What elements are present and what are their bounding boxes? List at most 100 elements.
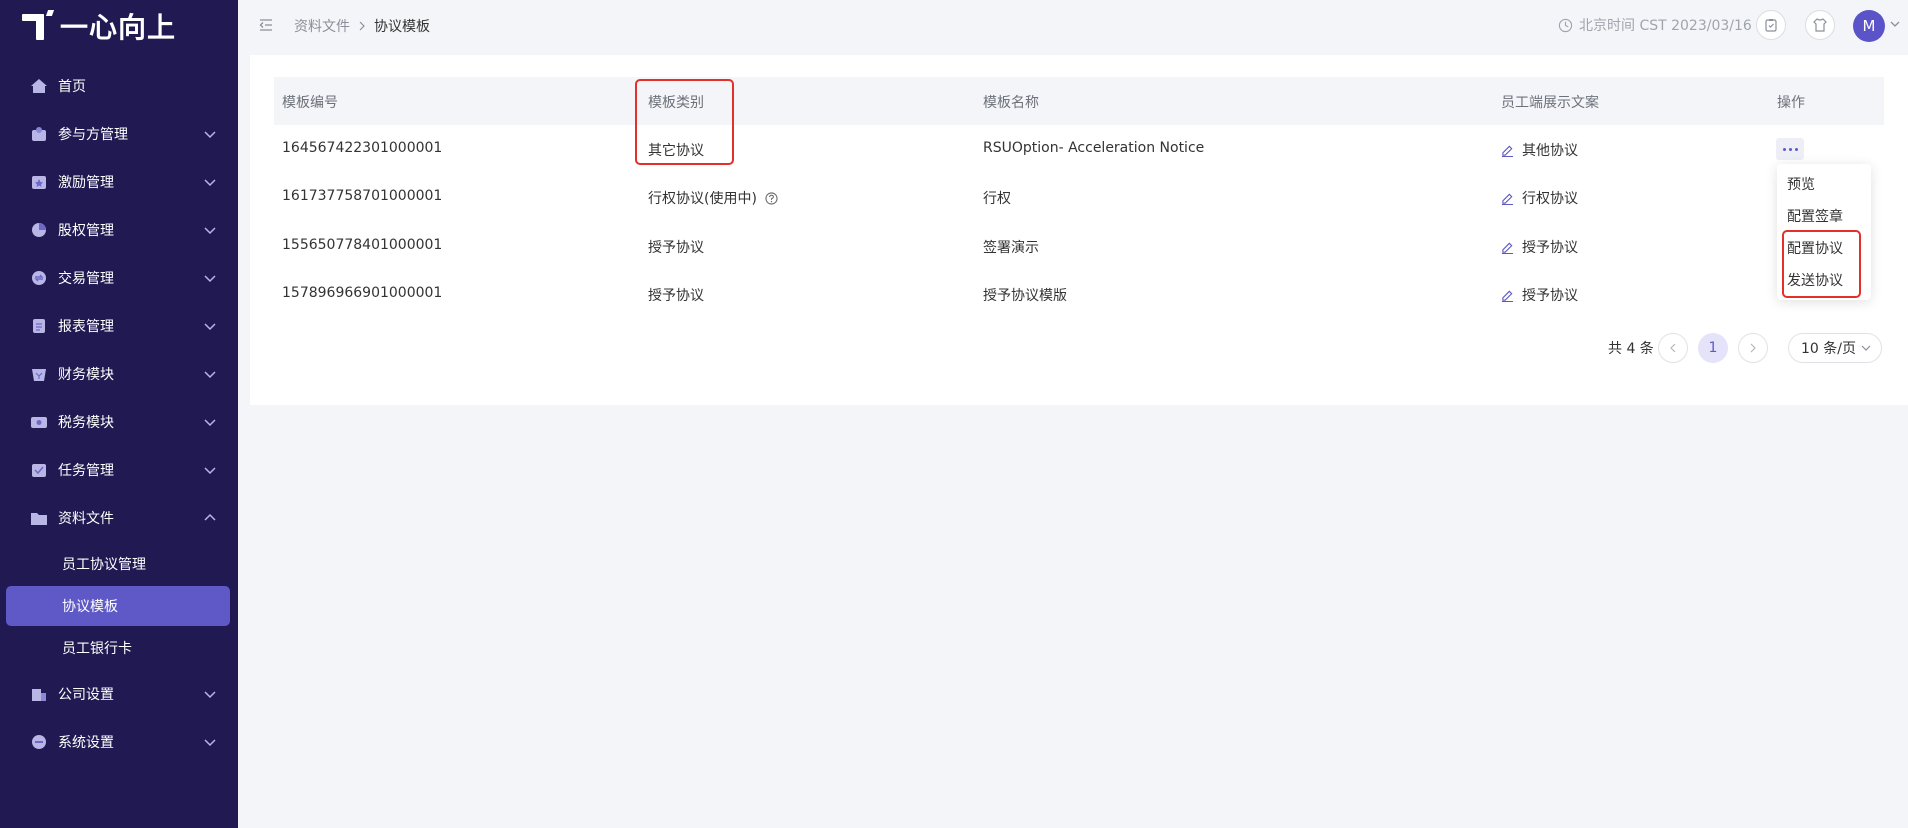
chevron-down-icon[interactable] bbox=[1889, 19, 1901, 29]
template-id: 155650778401000001 bbox=[282, 237, 443, 253]
highlight-box bbox=[1782, 230, 1861, 298]
incentive-icon bbox=[30, 174, 48, 190]
home-icon bbox=[30, 78, 48, 94]
collapse-sidebar-icon[interactable] bbox=[258, 17, 274, 33]
trade-icon bbox=[30, 270, 48, 286]
menu-item-configure-seal[interactable]: 配置签章 bbox=[1787, 206, 1843, 226]
edit-icon bbox=[1501, 242, 1514, 254]
template-category: 授予协议 bbox=[648, 240, 704, 256]
logo[interactable]: 一心向上 bbox=[22, 9, 177, 44]
clipboard-button[interactable] bbox=[1756, 10, 1786, 40]
sidebar-item-task[interactable]: 任务管理 bbox=[0, 446, 238, 494]
sidebar-item-report[interactable]: 报表管理 bbox=[0, 302, 238, 350]
page-size-value: 10 条/页 bbox=[1801, 341, 1856, 357]
chevron-down-icon bbox=[204, 467, 216, 475]
finance-icon bbox=[30, 366, 48, 382]
table-row: 155650778401000001 授予协议 签署演示 授予协议 bbox=[274, 222, 1884, 270]
column-header: 模板编号 bbox=[282, 95, 338, 111]
logo-mark-icon bbox=[22, 10, 55, 42]
chevron-down-icon bbox=[204, 323, 216, 331]
display-text-edit[interactable]: 行权协议 bbox=[1501, 188, 1578, 208]
breadcrumb: 资料文件 协议模板 bbox=[294, 16, 430, 36]
more-dot bbox=[1782, 147, 1786, 151]
top-bar: 资料文件 协议模板 北京时间 CST 2023/03/16 M bbox=[238, 0, 1908, 50]
column-header: 操作 bbox=[1777, 95, 1805, 111]
display-text: 授予协议 bbox=[1522, 288, 1578, 304]
sidebar-menu: 首页 参与方管理 激励管理 股权管理 交易管理 报表管理 财务模块 税务模块 任… bbox=[0, 62, 238, 766]
template-id: 157896966901000001 bbox=[282, 285, 443, 301]
sidebar-item-finance[interactable]: 财务模块 bbox=[0, 350, 238, 398]
logo-text: 一心向上 bbox=[60, 11, 177, 44]
sidebar-item-system-settings[interactable]: 系统设置 bbox=[0, 718, 238, 766]
page-number-button[interactable]: 1 bbox=[1698, 333, 1728, 363]
sidebar-subitem-employee-agreements[interactable]: 员工协议管理 bbox=[0, 542, 238, 586]
sidebar-item-label: 首页 bbox=[58, 79, 86, 95]
sidebar-item-company-settings[interactable]: 公司设置 bbox=[0, 670, 238, 718]
sidebar-item-label: 税务模块 bbox=[58, 415, 114, 431]
sidebar-item-participant[interactable]: 参与方管理 bbox=[0, 110, 238, 158]
participant-icon bbox=[30, 126, 48, 142]
template-name: 签署演示 bbox=[983, 240, 1039, 256]
table-row: 157896966901000001 授予协议 授予协议模版 授予协议 bbox=[274, 270, 1884, 318]
chevron-down-icon bbox=[204, 739, 216, 747]
more-actions-button[interactable] bbox=[1776, 138, 1804, 160]
sidebar-item-incentive[interactable]: 激励管理 bbox=[0, 158, 238, 206]
edit-icon bbox=[1501, 193, 1514, 205]
more-dot bbox=[1794, 147, 1798, 151]
shirt-button[interactable] bbox=[1805, 10, 1835, 40]
chevron-right-icon bbox=[359, 21, 365, 31]
folder-icon bbox=[30, 510, 48, 526]
sidebar-item-label: 参与方管理 bbox=[58, 127, 128, 143]
sidebar-item-trade[interactable]: 交易管理 bbox=[0, 254, 238, 302]
pagination-total: 共 4 条 bbox=[1608, 341, 1654, 357]
chevron-down-icon bbox=[204, 275, 216, 283]
breadcrumb-item[interactable]: 资料文件 bbox=[294, 16, 350, 36]
sidebar-item-label: 报表管理 bbox=[58, 319, 114, 335]
sidebar-subitem-label: 协议模板 bbox=[62, 599, 118, 615]
column-header: 模板名称 bbox=[983, 95, 1039, 111]
help-icon[interactable] bbox=[765, 192, 778, 205]
chevron-down-icon bbox=[204, 691, 216, 699]
sidebar-subitem-employee-bank-cards[interactable]: 员工银行卡 bbox=[0, 626, 238, 670]
chevron-down-icon bbox=[204, 419, 216, 427]
template-category-text: 行权协议(使用中) bbox=[648, 191, 757, 207]
sidebar-item-tax[interactable]: 税务模块 bbox=[0, 398, 238, 446]
template-name: 授予协议模版 bbox=[983, 288, 1067, 304]
table-row: 164567422301000001 其它协议 RSUOption- Accel… bbox=[274, 125, 1884, 173]
edit-icon bbox=[1501, 145, 1514, 157]
settings-icon bbox=[30, 734, 48, 750]
display-text: 其他协议 bbox=[1522, 143, 1578, 159]
content-card: 模板编号 模板类别 模板名称 员工端展示文案 操作 16456742230100… bbox=[250, 55, 1908, 405]
highlight-box bbox=[635, 79, 734, 165]
chevron-right-icon bbox=[1750, 343, 1756, 353]
prev-page-button[interactable] bbox=[1658, 333, 1688, 363]
chevron-down-icon bbox=[204, 227, 216, 235]
sidebar-item-label: 任务管理 bbox=[58, 463, 114, 479]
display-text-edit[interactable]: 其他协议 bbox=[1501, 140, 1578, 160]
chevron-down-icon bbox=[1861, 345, 1871, 351]
page-number: 1 bbox=[1708, 340, 1718, 356]
chevron-up-icon bbox=[204, 513, 216, 521]
sidebar-item-label: 激励管理 bbox=[58, 175, 114, 191]
table-header: 模板编号 模板类别 模板名称 员工端展示文案 操作 bbox=[274, 77, 1884, 125]
display-text-edit[interactable]: 授予协议 bbox=[1501, 285, 1578, 305]
company-icon bbox=[30, 686, 48, 702]
sidebar-item-equity[interactable]: 股权管理 bbox=[0, 206, 238, 254]
menu-item-preview[interactable]: 预览 bbox=[1787, 174, 1815, 194]
next-page-button[interactable] bbox=[1738, 333, 1768, 363]
sidebar-item-documents[interactable]: 资料文件 bbox=[0, 494, 238, 542]
template-category: 行权协议(使用中) bbox=[648, 188, 778, 208]
more-dot bbox=[1788, 147, 1792, 151]
template-name: 行权 bbox=[983, 191, 1011, 207]
page-size-select[interactable]: 10 条/页 bbox=[1788, 333, 1882, 363]
breadcrumb-current: 协议模板 bbox=[374, 19, 430, 35]
template-name: RSUOption- Acceleration Notice bbox=[983, 140, 1205, 156]
sidebar-item-label: 股权管理 bbox=[58, 223, 114, 239]
display-text: 行权协议 bbox=[1522, 191, 1578, 207]
sidebar-item-label: 系统设置 bbox=[58, 735, 114, 751]
sidebar-item-home[interactable]: 首页 bbox=[0, 62, 238, 110]
display-text-edit[interactable]: 授予协议 bbox=[1501, 237, 1578, 257]
avatar[interactable]: M bbox=[1853, 10, 1885, 42]
edit-icon bbox=[1501, 290, 1514, 302]
sidebar-subitem-agreement-templates[interactable]: 协议模板 bbox=[6, 586, 230, 626]
